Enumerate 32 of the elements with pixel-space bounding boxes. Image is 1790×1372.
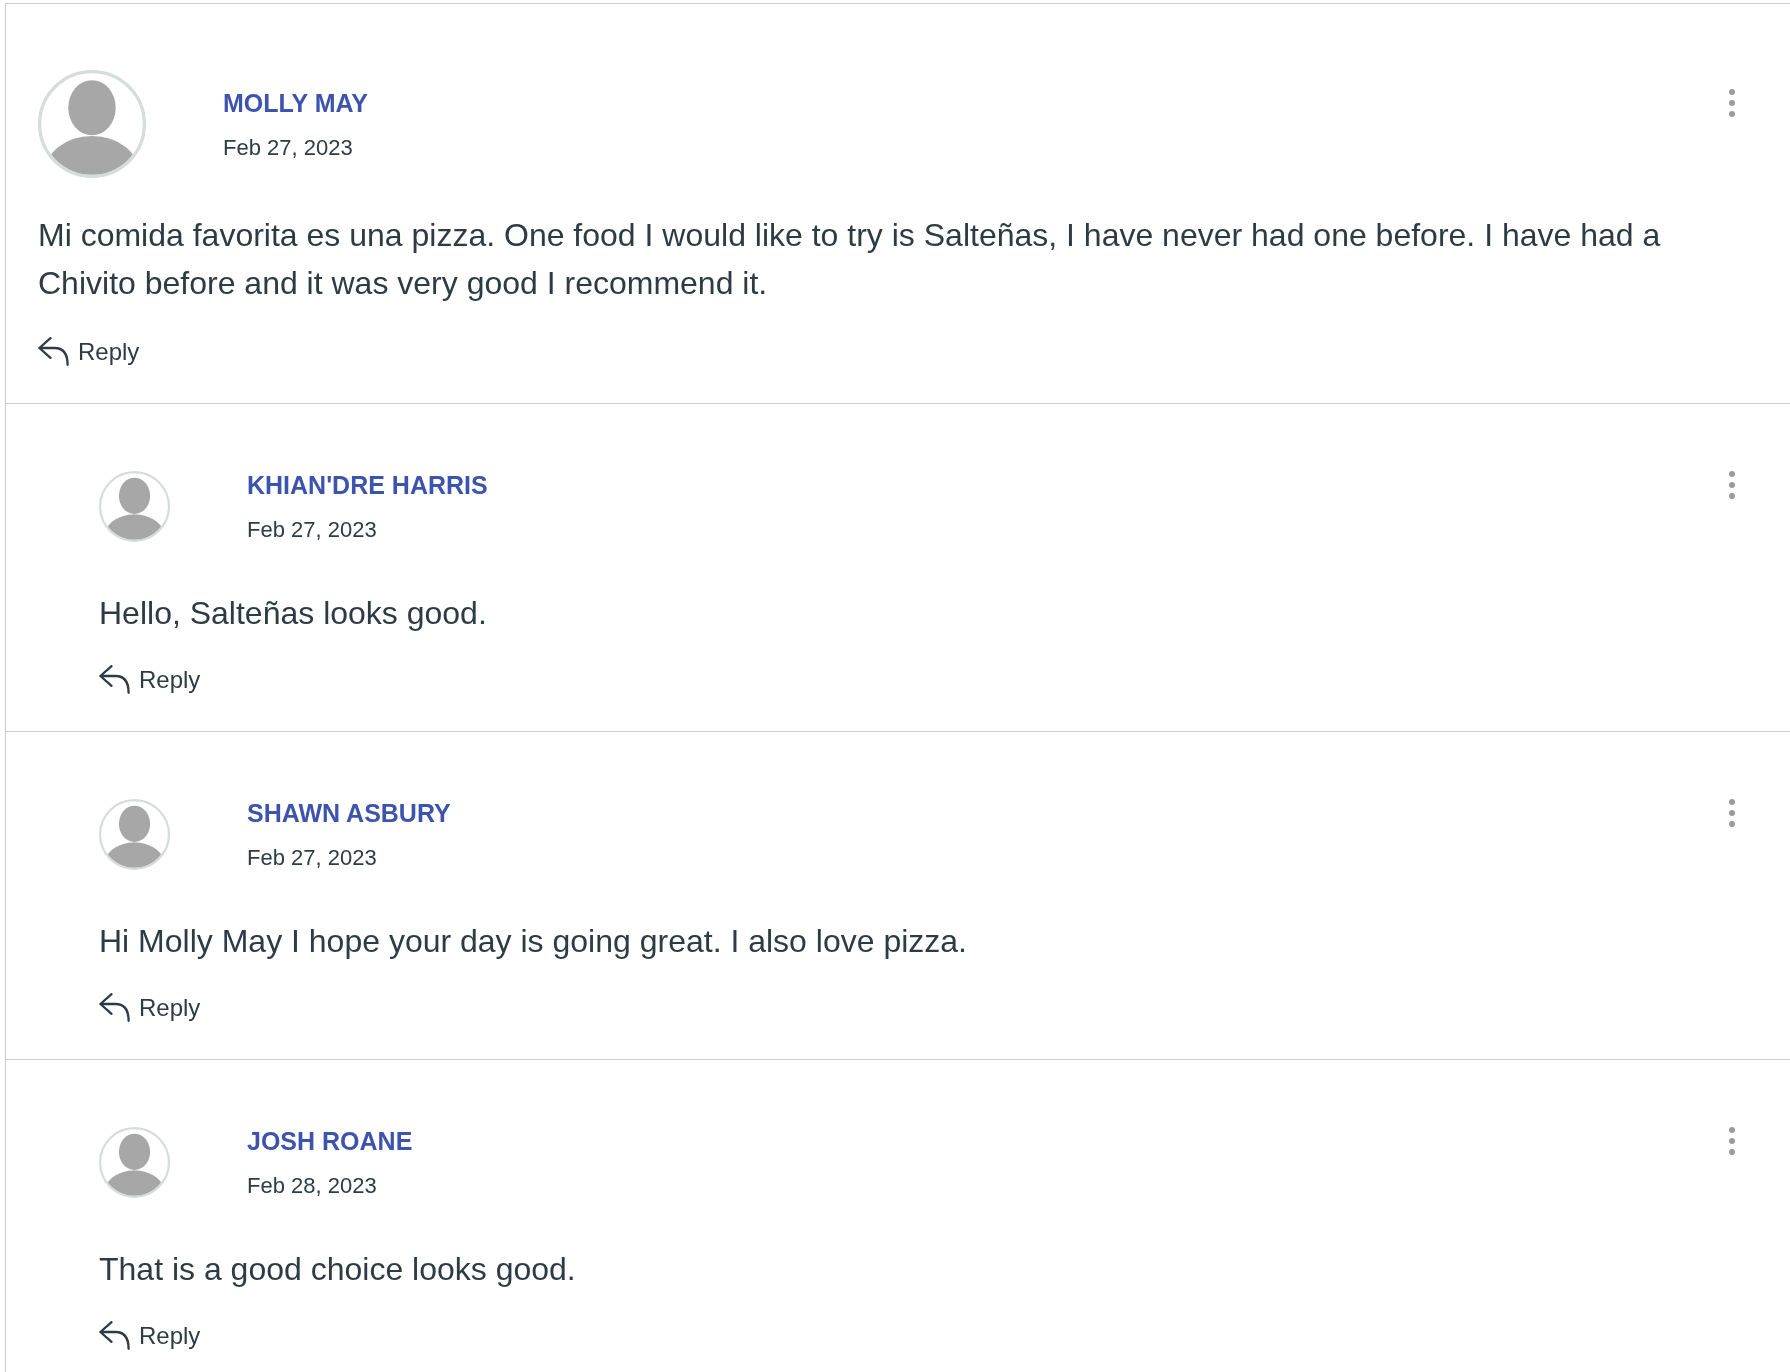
reply-button[interactable]: Reply: [99, 665, 201, 694]
more-options-icon: [1729, 799, 1735, 827]
reply-button[interactable]: Reply: [99, 993, 201, 1022]
reply-button[interactable]: Reply: [38, 337, 140, 366]
author-name-link[interactable]: SHAWN ASBURY: [247, 798, 451, 828]
more-options-button[interactable]: [1729, 799, 1735, 827]
comment-text: Mi comida favorita es una pizza. One food I would like to try is Salteñas, I have never had one before. I have had a Chivito before and it was very good I recommend it.: [38, 216, 1662, 303]
more-options-icon: [1729, 88, 1735, 117]
reply-arrow-icon: [99, 665, 130, 694]
user-avatar-icon: [38, 70, 146, 178]
more-options-button[interactable]: [1729, 88, 1735, 117]
comment-text: That is a good choice looks good.: [99, 1250, 577, 1289]
user-avatar-icon: [99, 471, 170, 542]
reply-button[interactable]: Reply: [99, 1321, 201, 1350]
author-name-link[interactable]: JOSH ROANE: [247, 1126, 413, 1156]
more-options-button[interactable]: [1729, 471, 1735, 499]
comment-text: Hello, Salteñas looks good.: [99, 594, 488, 633]
reply-arrow-icon: [99, 993, 130, 1022]
more-options-icon: [1729, 471, 1735, 499]
post-date: Feb 27, 2023: [223, 134, 353, 161]
author-name-link[interactable]: MOLLY MAY: [223, 87, 368, 118]
post-date: Feb 27, 2023: [247, 845, 377, 871]
user-avatar-icon: [99, 1127, 170, 1198]
more-options-button[interactable]: [1729, 1127, 1735, 1155]
post-date: Feb 27, 2023: [247, 517, 377, 543]
user-avatar-icon: [99, 799, 170, 870]
comment-text: Hi Molly May I hope your day is going great. I also love pizza.: [99, 922, 968, 961]
reply-arrow-icon: [38, 337, 69, 366]
post-date: Feb 28, 2023: [247, 1173, 377, 1199]
author-name-link[interactable]: KHIAN'DRE HARRIS: [247, 470, 488, 500]
reply-arrow-icon: [99, 1321, 130, 1350]
more-options-icon: [1729, 1127, 1735, 1155]
